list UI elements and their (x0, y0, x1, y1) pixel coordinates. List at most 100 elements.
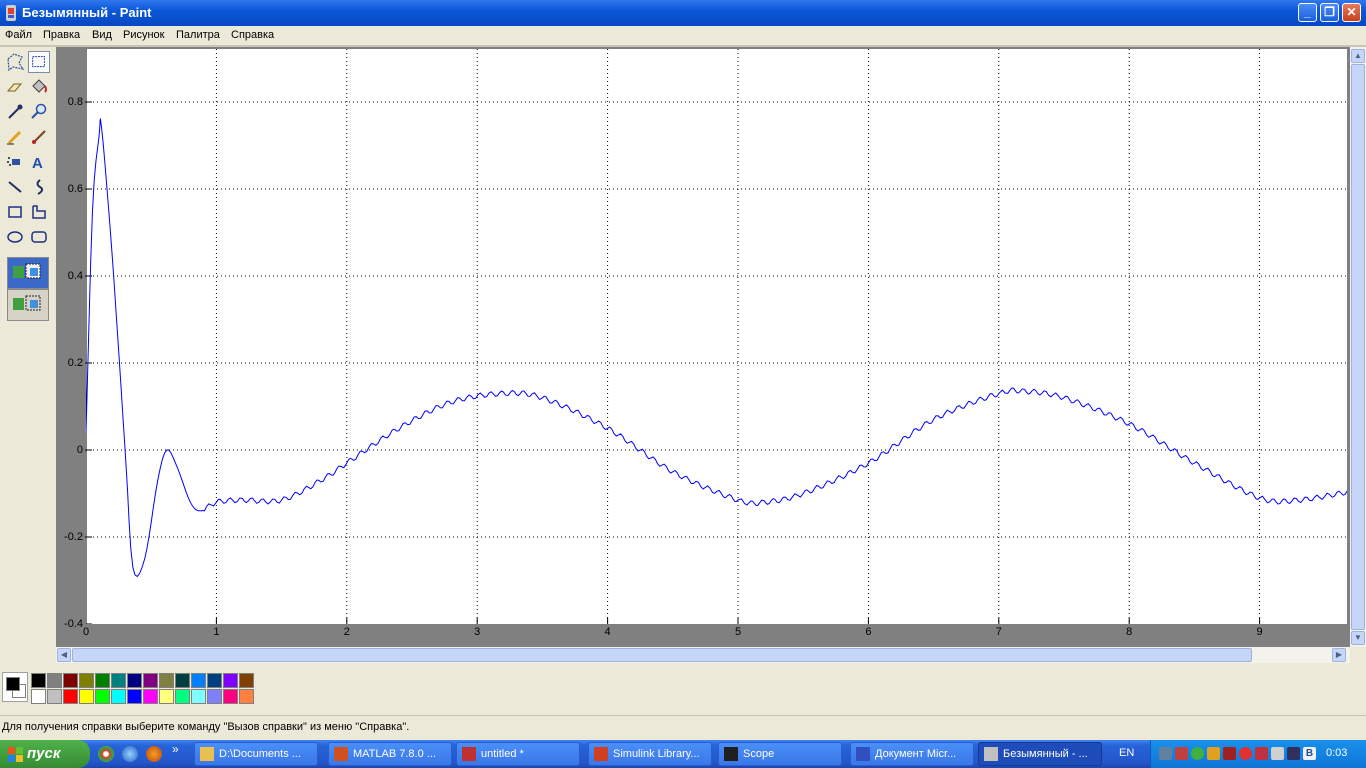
eraser-icon[interactable] (4, 76, 26, 98)
taskbar-task-button[interactable]: Документ Micr... (850, 742, 974, 766)
vk-icon[interactable]: B (1303, 747, 1316, 760)
palette-color-swatch[interactable] (63, 689, 78, 704)
brush-icon[interactable] (28, 126, 50, 148)
ellipse-tool-icon[interactable] (4, 226, 26, 248)
menu-help[interactable]: Справка (231, 29, 274, 42)
palette-color-swatch[interactable] (175, 689, 190, 704)
magnifier-icon[interactable] (28, 101, 50, 123)
palette-color-swatch[interactable] (239, 689, 254, 704)
palette-color-swatch[interactable] (63, 673, 78, 688)
curve-tool-icon[interactable] (28, 176, 50, 198)
transparent-shapes-icon (13, 295, 41, 311)
pencil-icon[interactable] (4, 126, 26, 148)
series-line (85, 117, 1347, 578)
menu-image[interactable]: Рисунок (123, 29, 165, 42)
minimize-button[interactable]: _ (1298, 3, 1317, 22)
quicklaunch-more-icon[interactable]: » (172, 742, 179, 756)
opera-icon[interactable] (1239, 747, 1252, 760)
menu-bar: Файл Правка Вид Рисунок Палитра Справка (0, 26, 1366, 45)
palette-color-swatch[interactable] (31, 673, 46, 688)
color-picker-icon[interactable] (4, 101, 26, 123)
transparent-selection-option[interactable] (7, 289, 49, 321)
menu-view[interactable]: Вид (92, 29, 112, 42)
task-app-icon (200, 747, 214, 761)
y-tick-label: -0.2 (64, 531, 83, 543)
palette-color-swatch[interactable] (207, 689, 222, 704)
palette-color-swatch[interactable] (127, 673, 142, 688)
menu-file[interactable]: Файл (5, 29, 32, 42)
menu-edit[interactable]: Правка (43, 29, 80, 42)
palette-color-swatch[interactable] (143, 673, 158, 688)
rect-select-icon[interactable] (28, 51, 50, 73)
x-tick-label: 8 (1126, 626, 1133, 638)
palette-color-swatch[interactable] (207, 673, 222, 688)
taskbar-task-button[interactable]: MATLAB 7.8.0 ... (328, 742, 452, 766)
taskbar-task-button[interactable]: D:\Documents ... (194, 742, 318, 766)
palette-color-swatch[interactable] (175, 673, 190, 688)
fill-bucket-icon[interactable] (28, 76, 50, 98)
airbrush-icon[interactable] (4, 151, 26, 173)
palette-color-swatch[interactable] (111, 689, 126, 704)
opaque-selection-option[interactable] (7, 257, 49, 289)
internet-explorer-icon[interactable] (122, 746, 138, 762)
chrome-icon[interactable] (98, 746, 114, 762)
palette-color-swatch[interactable] (95, 673, 110, 688)
palette-color-swatch[interactable] (191, 689, 206, 704)
palette-color-swatch[interactable] (223, 689, 238, 704)
text-tool-icon[interactable]: A (28, 151, 50, 173)
firefox-icon[interactable] (146, 746, 162, 762)
start-button[interactable]: пуск (0, 740, 90, 768)
network-icon[interactable] (1175, 747, 1188, 760)
vertical-scroll-thumb[interactable] (1351, 64, 1365, 630)
status-bar: Для получения справки выберите команду "… (0, 715, 1366, 740)
taskbar-task-button[interactable]: Scope (718, 742, 842, 766)
clock: 0:03 (1326, 747, 1348, 759)
device-icon[interactable] (1207, 747, 1220, 760)
rectangle-tool-icon[interactable] (4, 201, 26, 223)
palette-color-swatch[interactable] (47, 689, 62, 704)
horizontal-scrollbar[interactable]: ◀ ▶ (56, 647, 1350, 663)
network-signal-icon[interactable] (1159, 747, 1172, 760)
security-icon[interactable] (1191, 747, 1204, 760)
scroll-left-button[interactable]: ◀ (57, 648, 71, 662)
scroll-up-button[interactable]: ▲ (1351, 49, 1365, 63)
y-tick-label: 0.8 (67, 96, 83, 108)
close-button[interactable]: ✕ (1342, 3, 1361, 22)
scroll-down-button[interactable]: ▼ (1351, 631, 1365, 645)
drawing-canvas[interactable] (85, 49, 1347, 624)
palette-color-swatch[interactable] (31, 689, 46, 704)
polygon-tool-icon[interactable] (28, 201, 50, 223)
palette-color-swatch[interactable] (95, 689, 110, 704)
current-colors-indicator (2, 672, 28, 702)
palette-color-swatch[interactable] (111, 673, 126, 688)
rounded-rect-tool-icon[interactable] (28, 226, 50, 248)
palette-color-swatch[interactable] (191, 673, 206, 688)
taskbar-task-button[interactable]: Безымянный - ... (978, 742, 1102, 766)
palette-color-swatch[interactable] (127, 689, 142, 704)
flag-icon[interactable] (1255, 747, 1268, 760)
y-tick-label: 0.2 (67, 357, 83, 369)
palette-color-swatch[interactable] (79, 689, 94, 704)
start-label: пуск (27, 745, 61, 762)
palette-color-swatch[interactable] (47, 673, 62, 688)
task-label: Документ Micr... (875, 748, 957, 760)
palette-color-swatch[interactable] (239, 673, 254, 688)
palette-color-swatch[interactable] (79, 673, 94, 688)
palette-color-swatch[interactable] (223, 673, 238, 688)
vertical-scrollbar[interactable]: ▲ ▼ (1350, 47, 1366, 647)
taskbar-task-button[interactable]: untitled * (456, 742, 580, 766)
horizontal-scroll-thumb[interactable] (72, 648, 1252, 662)
volume-icon[interactable] (1271, 747, 1284, 760)
antivirus-icon[interactable] (1223, 747, 1236, 760)
palette-color-swatch[interactable] (159, 673, 174, 688)
taskbar-task-button[interactable]: Simulink Library... (588, 742, 712, 766)
free-select-icon[interactable] (4, 51, 26, 73)
monitor-icon[interactable] (1287, 747, 1300, 760)
scroll-right-button[interactable]: ▶ (1332, 648, 1346, 662)
palette-color-swatch[interactable] (143, 689, 158, 704)
line-tool-icon[interactable] (4, 176, 26, 198)
maximize-button[interactable]: ❐ (1320, 3, 1339, 22)
language-indicator[interactable]: EN (1119, 747, 1134, 759)
palette-color-swatch[interactable] (159, 689, 174, 704)
menu-colors[interactable]: Палитра (176, 29, 220, 42)
